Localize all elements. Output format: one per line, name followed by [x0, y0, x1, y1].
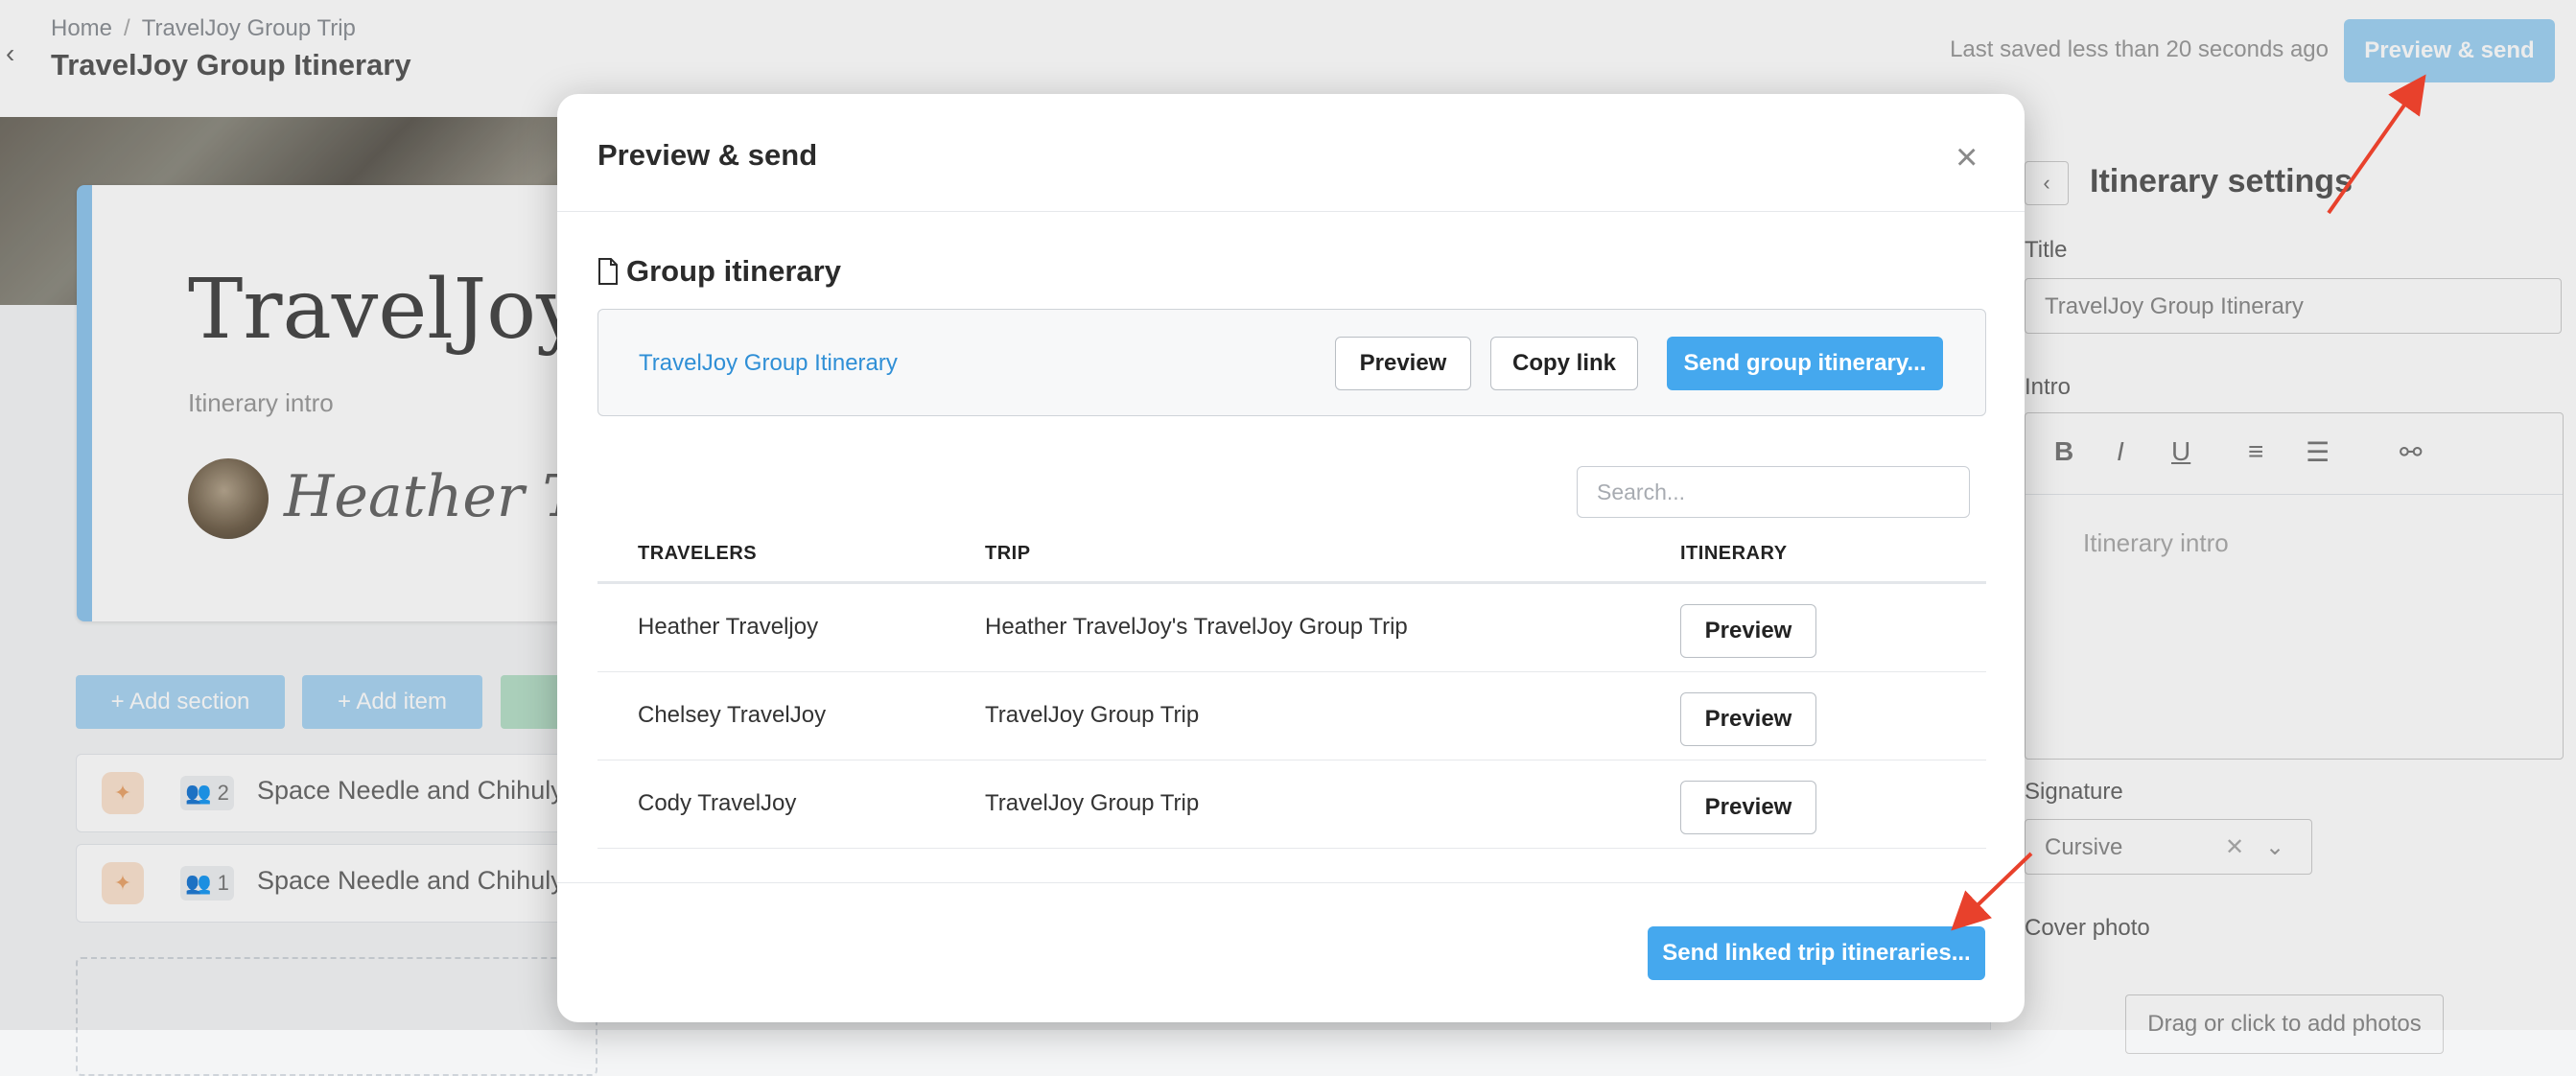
- column-itinerary: ITINERARY: [1680, 543, 1788, 564]
- search-input[interactable]: [1577, 466, 1970, 518]
- document-icon: [598, 258, 618, 285]
- row-preview-button[interactable]: Preview: [1680, 692, 1816, 746]
- preview-send-modal: Preview & send × Group itinerary TravelJ…: [557, 94, 2025, 1022]
- close-icon[interactable]: ×: [1955, 138, 1978, 176]
- column-trip: TRIP: [985, 543, 1031, 564]
- group-itinerary-heading: Group itinerary: [597, 254, 841, 289]
- modal-title: Preview & send: [597, 138, 818, 172]
- trip-name: TravelJoy Group Trip: [985, 790, 1200, 816]
- group-itinerary-box: TravelJoy Group Itinerary Preview Copy l…: [597, 309, 1986, 416]
- send-linked-itineraries-button[interactable]: Send linked trip itineraries...: [1648, 926, 1985, 980]
- traveler-name: Cody TravelJoy: [638, 790, 797, 816]
- travelers-table: TRAVELERS TRIP ITINERARY Heather Travelj…: [597, 529, 1986, 849]
- send-group-itinerary-button[interactable]: Send group itinerary...: [1667, 337, 1943, 390]
- trip-name: Heather TravelJoy's TravelJoy Group Trip: [985, 614, 1408, 640]
- table-row: Chelsey TravelJoy TravelJoy Group Trip P…: [597, 672, 1986, 760]
- traveler-name: Chelsey TravelJoy: [638, 702, 827, 728]
- column-travelers: TRAVELERS: [638, 543, 758, 564]
- trip-name: TravelJoy Group Trip: [985, 702, 1200, 728]
- group-itinerary-link[interactable]: TravelJoy Group Itinerary: [639, 350, 898, 377]
- footer-divider: [557, 882, 2025, 883]
- row-preview-button[interactable]: Preview: [1680, 604, 1816, 658]
- group-preview-button[interactable]: Preview: [1335, 337, 1471, 390]
- traveler-name: Heather Traveljoy: [638, 614, 819, 640]
- section-title-text: Group itinerary: [626, 254, 841, 288]
- row-preview-button[interactable]: Preview: [1680, 781, 1816, 834]
- table-row: Cody TravelJoy TravelJoy Group Trip Prev…: [597, 760, 1986, 849]
- table-row: Heather Traveljoy Heather TravelJoy's Tr…: [597, 584, 1986, 672]
- modal-header: Preview & send ×: [557, 94, 2025, 212]
- table-header: TRAVELERS TRIP ITINERARY: [597, 529, 1986, 584]
- copy-link-button[interactable]: Copy link: [1490, 337, 1638, 390]
